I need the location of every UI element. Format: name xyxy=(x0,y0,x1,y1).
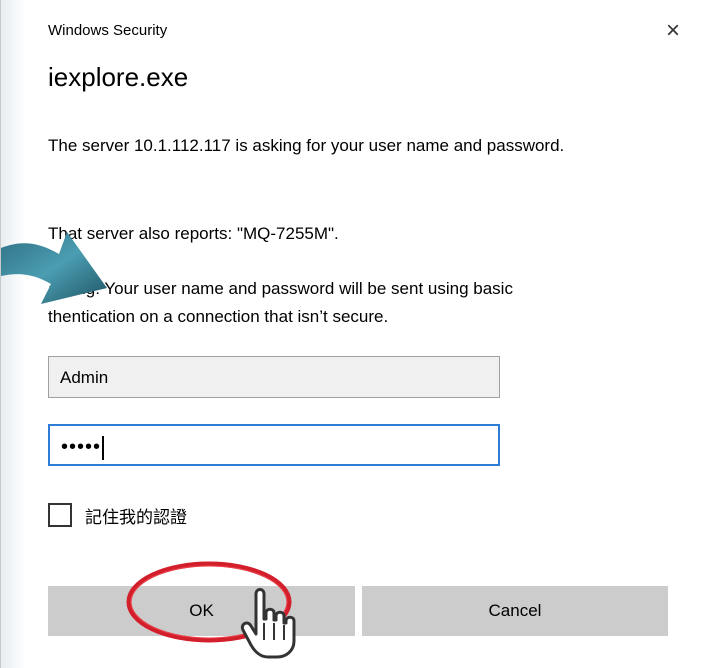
windows-security-dialog: Windows Security × iexplore.exe The serv… xyxy=(0,0,705,668)
password-mask: ••••• xyxy=(61,436,102,458)
text-cursor xyxy=(102,435,105,460)
password-field[interactable]: ••••• xyxy=(48,424,500,466)
remember-label: 記住我的認證 xyxy=(85,507,187,527)
window-caption: Windows Security xyxy=(48,22,168,39)
app-title: iexplore.exe xyxy=(48,62,189,92)
ok-button[interactable]: OK xyxy=(48,586,355,636)
server-reports-text: That server also reports: "MQ-7255M". xyxy=(48,224,339,243)
security-warning: arning: Your user name and password will… xyxy=(48,279,513,326)
close-button[interactable]: × xyxy=(656,14,690,48)
cancel-button[interactable]: Cancel xyxy=(362,586,668,636)
server-message: The server 10.1.112.117 is asking for yo… xyxy=(48,136,565,155)
remember-checkbox[interactable] xyxy=(48,503,72,527)
remember-credentials[interactable]: 記住我的認證 xyxy=(48,500,187,530)
username-field[interactable]: Admin xyxy=(48,356,500,398)
